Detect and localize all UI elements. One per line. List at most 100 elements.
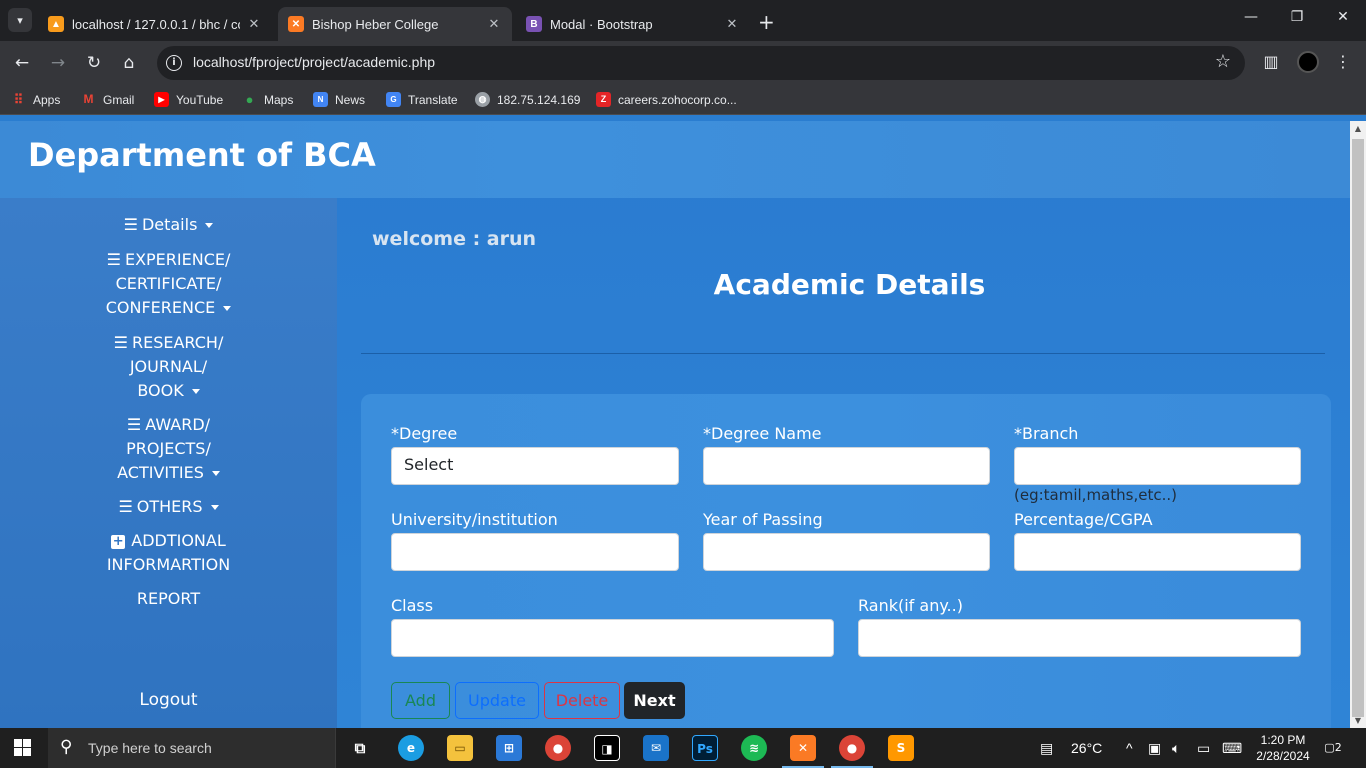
reload-icon[interactable]: ↻ (83, 52, 105, 74)
close-window-icon[interactable]: ✕ (1320, 9, 1366, 25)
xampp-taskbar-icon[interactable]: ✕ (782, 735, 824, 768)
sidebar-item-award[interactable]: ☰ AWARD/ PROJECTS/ ACTIVITIES (0, 413, 337, 485)
photoshop-icon[interactable]: Ps (692, 735, 718, 761)
apps-grid-icon: ⠿ (13, 92, 24, 107)
tab-bishop-heber-college[interactable]: ✕ Bishop Heber College ✕ (278, 7, 512, 41)
weather-icon[interactable]: ▤ (1040, 740, 1053, 757)
file-explorer-icon[interactable]: ▭ (447, 735, 473, 761)
update-button[interactable]: Update (455, 682, 539, 719)
class-label: Class (391, 596, 434, 615)
bookmark-gmail[interactable]: M Gmail (81, 92, 135, 107)
sublime-text-icon[interactable]: S (888, 735, 914, 761)
delete-button[interactable]: Delete (544, 682, 620, 719)
close-tab-icon[interactable]: ✕ (724, 16, 740, 32)
battery-icon[interactable]: ▭ (1197, 740, 1210, 757)
globe-icon: ◍ (475, 92, 490, 107)
branch-input[interactable] (1014, 447, 1301, 485)
hamburger-icon: ☰ (123, 215, 138, 234)
close-tab-icon[interactable]: ✕ (486, 16, 502, 32)
scrollbar-thumb[interactable] (1352, 139, 1364, 717)
mail-icon[interactable]: ✉ (643, 735, 669, 761)
url-text[interactable]: localhost/fproject/project/academic.php (193, 54, 435, 70)
spotify-icon[interactable]: ≋ (741, 735, 767, 761)
menu-label: Details (141, 215, 198, 234)
site-info-icon[interactable]: i (166, 55, 182, 71)
bookmark-news[interactable]: N News (313, 92, 365, 107)
bookmark-label: careers.zohocorp.co... (618, 92, 737, 107)
sidebar-item-experience[interactable]: ☰ EXPERIENCE/ CERTIFICATE/ CONFERENCE (0, 248, 337, 320)
hamburger-icon: ☰ (106, 250, 121, 269)
taskbar-search-box[interactable]: ⚲ Type here to search (48, 728, 336, 768)
bookmark-apps[interactable]: ⠿ Apps (11, 92, 61, 107)
notification-icon[interactable]: ▢2 (1322, 737, 1344, 759)
menu-label: ACTIVITIES (117, 463, 204, 482)
class-input[interactable] (391, 619, 834, 657)
bookmark-maps[interactable]: ● Maps (242, 92, 294, 107)
minimize-icon[interactable]: — (1228, 9, 1274, 25)
task-view-icon[interactable]: ⧉ (347, 735, 373, 761)
sidebar-item-details[interactable]: ☰ Details (0, 213, 337, 237)
bookmark-ip[interactable]: ◍ 182.75.124.169 (475, 92, 580, 107)
bookmark-label: Apps (33, 92, 61, 107)
menu-label: PROJECTS/ (126, 439, 211, 458)
taskbar-clock[interactable]: 1:20 PM 2/28/2024 (1253, 732, 1313, 764)
volume-icon[interactable]: 🔈︎ (1172, 740, 1180, 757)
chrome-icon[interactable]: ● (545, 735, 571, 761)
side-panel-icon[interactable]: ▥ (1260, 52, 1282, 71)
hamburger-icon: ☰ (118, 497, 133, 516)
dolby-icon[interactable]: ◨ (594, 735, 620, 761)
rank-input[interactable] (858, 619, 1301, 657)
keyboard-icon[interactable]: ⌨ (1222, 740, 1242, 757)
home-icon[interactable]: ⌂ (118, 52, 140, 74)
divider (361, 353, 1325, 354)
forward-arrow-icon[interactable]: → (47, 52, 69, 74)
tab-search-button[interactable]: ▾ (8, 8, 32, 32)
back-arrow-icon[interactable]: ← (11, 52, 33, 74)
menu-label: JOURNAL/ (129, 357, 208, 376)
logout-link[interactable]: Logout (0, 690, 337, 710)
bookmark-translate[interactable]: G Translate (386, 92, 458, 107)
bookmark-star-icon[interactable]: ☆ (1215, 51, 1231, 72)
maps-icon: ● (245, 92, 254, 107)
sidebar-item-additional-information[interactable]: + ADDTIONAL INFORMARTION (0, 529, 337, 577)
browser-tab-bar: ▾ ▲ localhost / 127.0.0.1 / bhc / con ✕ … (0, 0, 1366, 41)
next-button[interactable]: Next (624, 682, 685, 719)
university-input[interactable] (391, 533, 679, 571)
percentage-input[interactable] (1014, 533, 1301, 571)
tab-phpmyadmin[interactable]: ▲ localhost / 127.0.0.1 / bhc / con ✕ (38, 7, 272, 41)
bookmark-zoho[interactable]: Z careers.zohocorp.co... (596, 92, 737, 107)
edge-icon[interactable]: e (398, 735, 424, 761)
year-of-passing-input[interactable] (703, 533, 990, 571)
microsoft-store-icon[interactable]: ⊞ (496, 735, 522, 761)
tab-bootstrap-modal[interactable]: B Modal · Bootstrap ✕ (516, 7, 750, 41)
scroll-down-icon[interactable]: ▼ (1350, 716, 1366, 725)
browser-toolbar: ← → ↻ ⌂ i localhost/fproject/project/aca… (0, 41, 1366, 85)
page-scrollbar[interactable]: ▲ ▼ (1350, 121, 1366, 728)
chrome-running-icon[interactable]: ● (831, 735, 873, 768)
restore-icon[interactable]: ❐ (1274, 9, 1320, 25)
windows-start-icon[interactable] (14, 739, 32, 757)
degree-select[interactable]: Select (391, 447, 679, 485)
degree-name-input[interactable] (703, 447, 990, 485)
page-viewport: Department of BCA ☰ Details ☰ EXPERIENCE/ … (0, 121, 1350, 728)
menu-kebab-icon[interactable]: ⋮ (1332, 52, 1354, 71)
tab-title: Bishop Heber College (312, 16, 439, 32)
bookmark-youtube[interactable]: ▶ YouTube (154, 92, 223, 107)
sidebar-item-research[interactable]: ☰ RESEARCH/ JOURNAL/ BOOK (0, 331, 337, 403)
menu-label: CONFERENCE (105, 298, 216, 317)
address-bar[interactable]: i localhost/fproject/project/academic.ph… (157, 46, 1245, 80)
network-icon[interactable]: ▣ (1148, 740, 1161, 757)
new-tab-icon[interactable]: + (758, 10, 775, 34)
zoho-icon: Z (596, 92, 611, 107)
profile-avatar[interactable] (1297, 51, 1319, 73)
welcome-text: welcome : arun (372, 228, 537, 250)
sidebar-item-others[interactable]: ☰ OTHERS (0, 495, 337, 519)
chevron-up-icon[interactable]: ^ (1126, 740, 1133, 756)
news-icon: N (313, 92, 328, 107)
scroll-up-icon[interactable]: ▲ (1350, 124, 1366, 133)
close-tab-icon[interactable]: ✕ (246, 16, 262, 32)
weather-temperature[interactable]: 26°C (1071, 740, 1102, 756)
menu-label: CERTIFICATE/ (115, 274, 222, 293)
sidebar-item-report[interactable]: REPORT (0, 587, 337, 611)
add-button[interactable]: Add (391, 682, 450, 719)
